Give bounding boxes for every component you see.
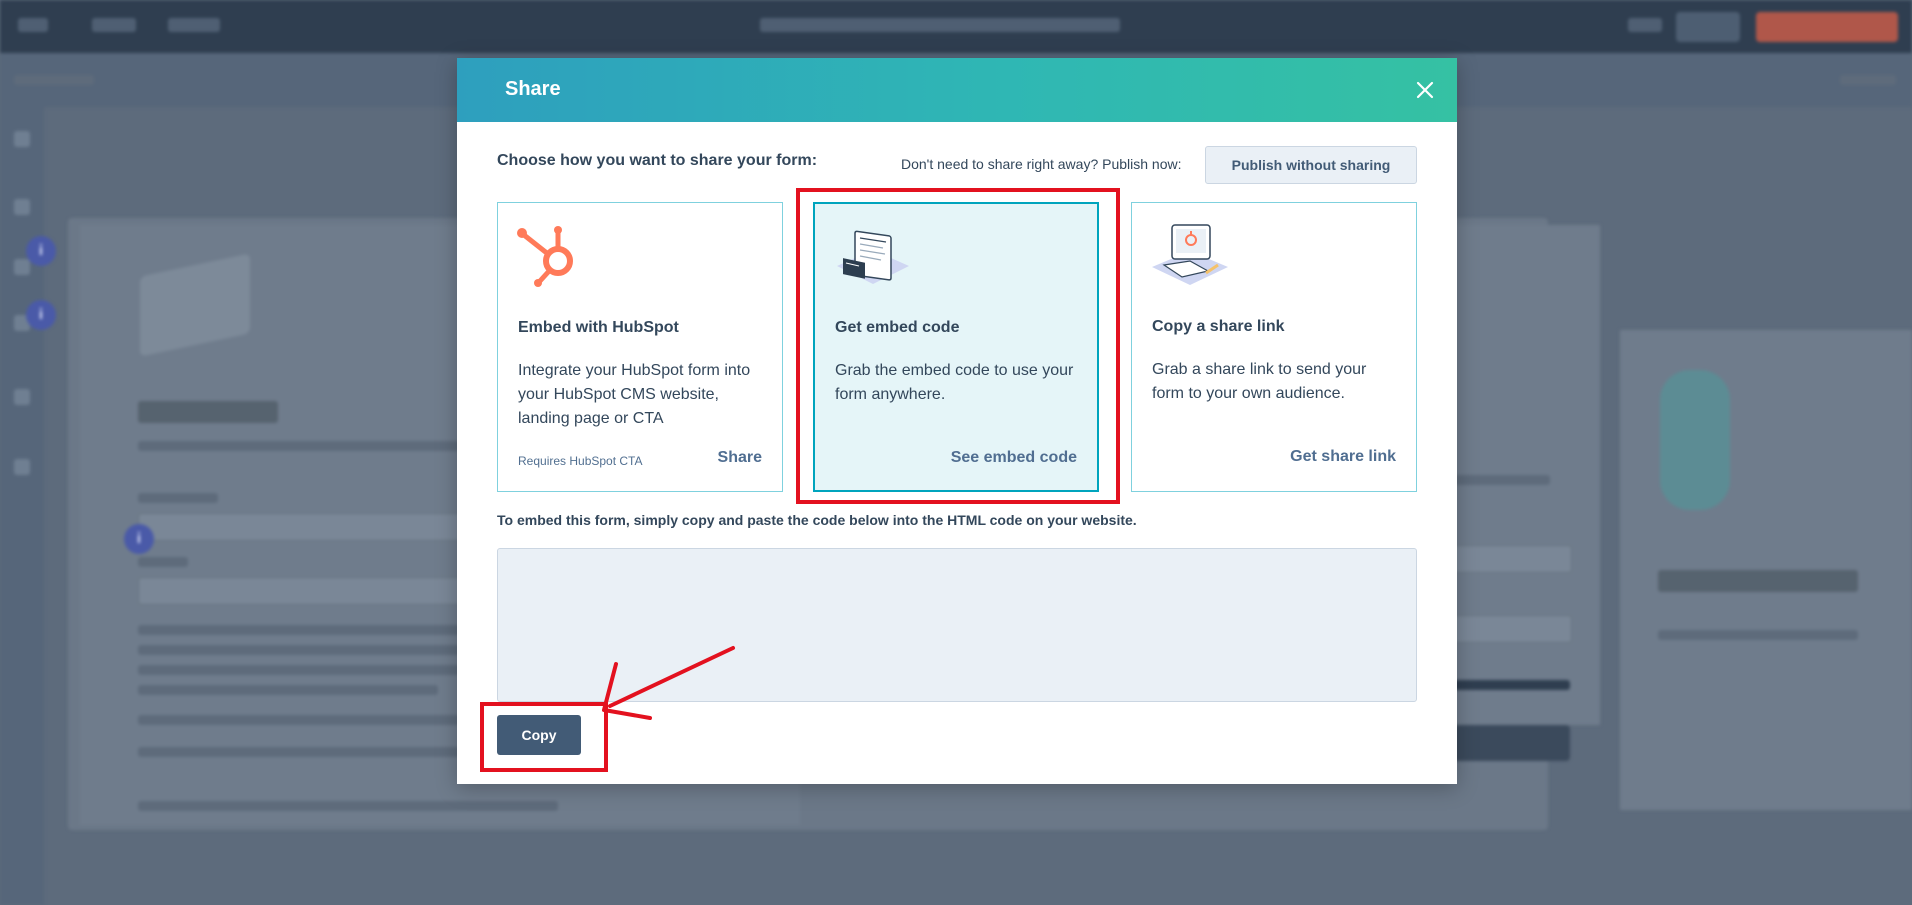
thank-you-preview: [1620, 330, 1912, 810]
option-description: Integrate your HubSpot form into your Hu…: [518, 362, 751, 427]
share-modal: Share Choose how you want to share your …: [457, 58, 1457, 784]
ghost-text: [1450, 475, 1550, 485]
modal-title: Share: [505, 78, 561, 100]
nav-icon: [14, 389, 30, 405]
form-tab: [14, 75, 94, 85]
left-nav: [0, 107, 44, 905]
option-get-embed-code[interactable]: Get embed code Grab the embed code to us…: [813, 202, 1099, 492]
preview-button: [1676, 12, 1740, 42]
choose-share-label: Choose how you want to share your form:: [497, 152, 818, 169]
info-badge: i: [26, 236, 56, 266]
ghost-field: [1450, 615, 1572, 643]
ghost-text: [138, 685, 438, 695]
embed-instructions: To embed this form, simply copy and past…: [497, 512, 1137, 528]
embed-code-icon: [833, 222, 913, 294]
get-share-link-button[interactable]: Get share link: [1290, 448, 1396, 466]
ghost-text: [138, 715, 478, 725]
option-title: Get embed code: [835, 319, 960, 336]
info-badge: i: [124, 524, 154, 554]
modal-header: Share: [457, 58, 1457, 122]
ghost-label: [138, 493, 218, 503]
form-illustration: [140, 253, 250, 357]
file-menu: [92, 18, 136, 32]
ghost-text: [138, 441, 498, 451]
copy-button[interactable]: Copy: [497, 715, 581, 755]
ghost-bar: [1450, 680, 1570, 690]
review-publish-button: [1756, 12, 1898, 42]
save-status: [1628, 18, 1662, 32]
option-title: Embed with HubSpot: [518, 319, 679, 336]
option-embed-with-hubspot[interactable]: Embed with HubSpot Integrate your HubSpo…: [497, 202, 783, 492]
options-tab: [1840, 75, 1896, 85]
ghost-text: [1658, 630, 1858, 640]
form-submitted-title: [1658, 570, 1858, 592]
option-title: Copy a share link: [1152, 318, 1285, 335]
hubspot-sprocket-icon: [516, 221, 596, 293]
embed-code-textarea[interactable]: [497, 548, 1417, 702]
app-top-bar: [0, 0, 1912, 53]
plant-illustration: [1660, 370, 1730, 510]
see-embed-code-button[interactable]: See embed code: [951, 449, 1077, 467]
option-requirement: Requires HubSpot CTA: [518, 454, 643, 468]
option-copy-share-link[interactable]: Copy a share link Grab a share link to s…: [1131, 202, 1417, 492]
ghost-field: [1450, 545, 1572, 573]
nav-icon: [14, 199, 30, 215]
ghost-text: [138, 801, 558, 811]
option-description: Grab a share link to send your form to y…: [1152, 361, 1367, 402]
close-icon[interactable]: [1412, 77, 1438, 103]
option-description: Grab the embed code to use your form any…: [835, 362, 1074, 403]
form-title: [760, 18, 1120, 32]
ghost-submit: [1450, 725, 1570, 761]
share-link-button[interactable]: Share: [718, 449, 762, 467]
nav-icon: [14, 131, 30, 147]
share-link-icon: [1150, 221, 1230, 293]
nav-icon: [14, 259, 30, 275]
info-badge: i: [26, 300, 56, 330]
contact-title: [138, 401, 278, 423]
back-icon: [18, 18, 48, 32]
publish-without-sharing-button[interactable]: Publish without sharing: [1205, 146, 1417, 184]
view-menu: [168, 18, 220, 32]
ghost-label: [138, 557, 188, 567]
publish-hint: Don't need to share right away? Publish …: [901, 156, 1182, 172]
nav-icon: [14, 459, 30, 475]
